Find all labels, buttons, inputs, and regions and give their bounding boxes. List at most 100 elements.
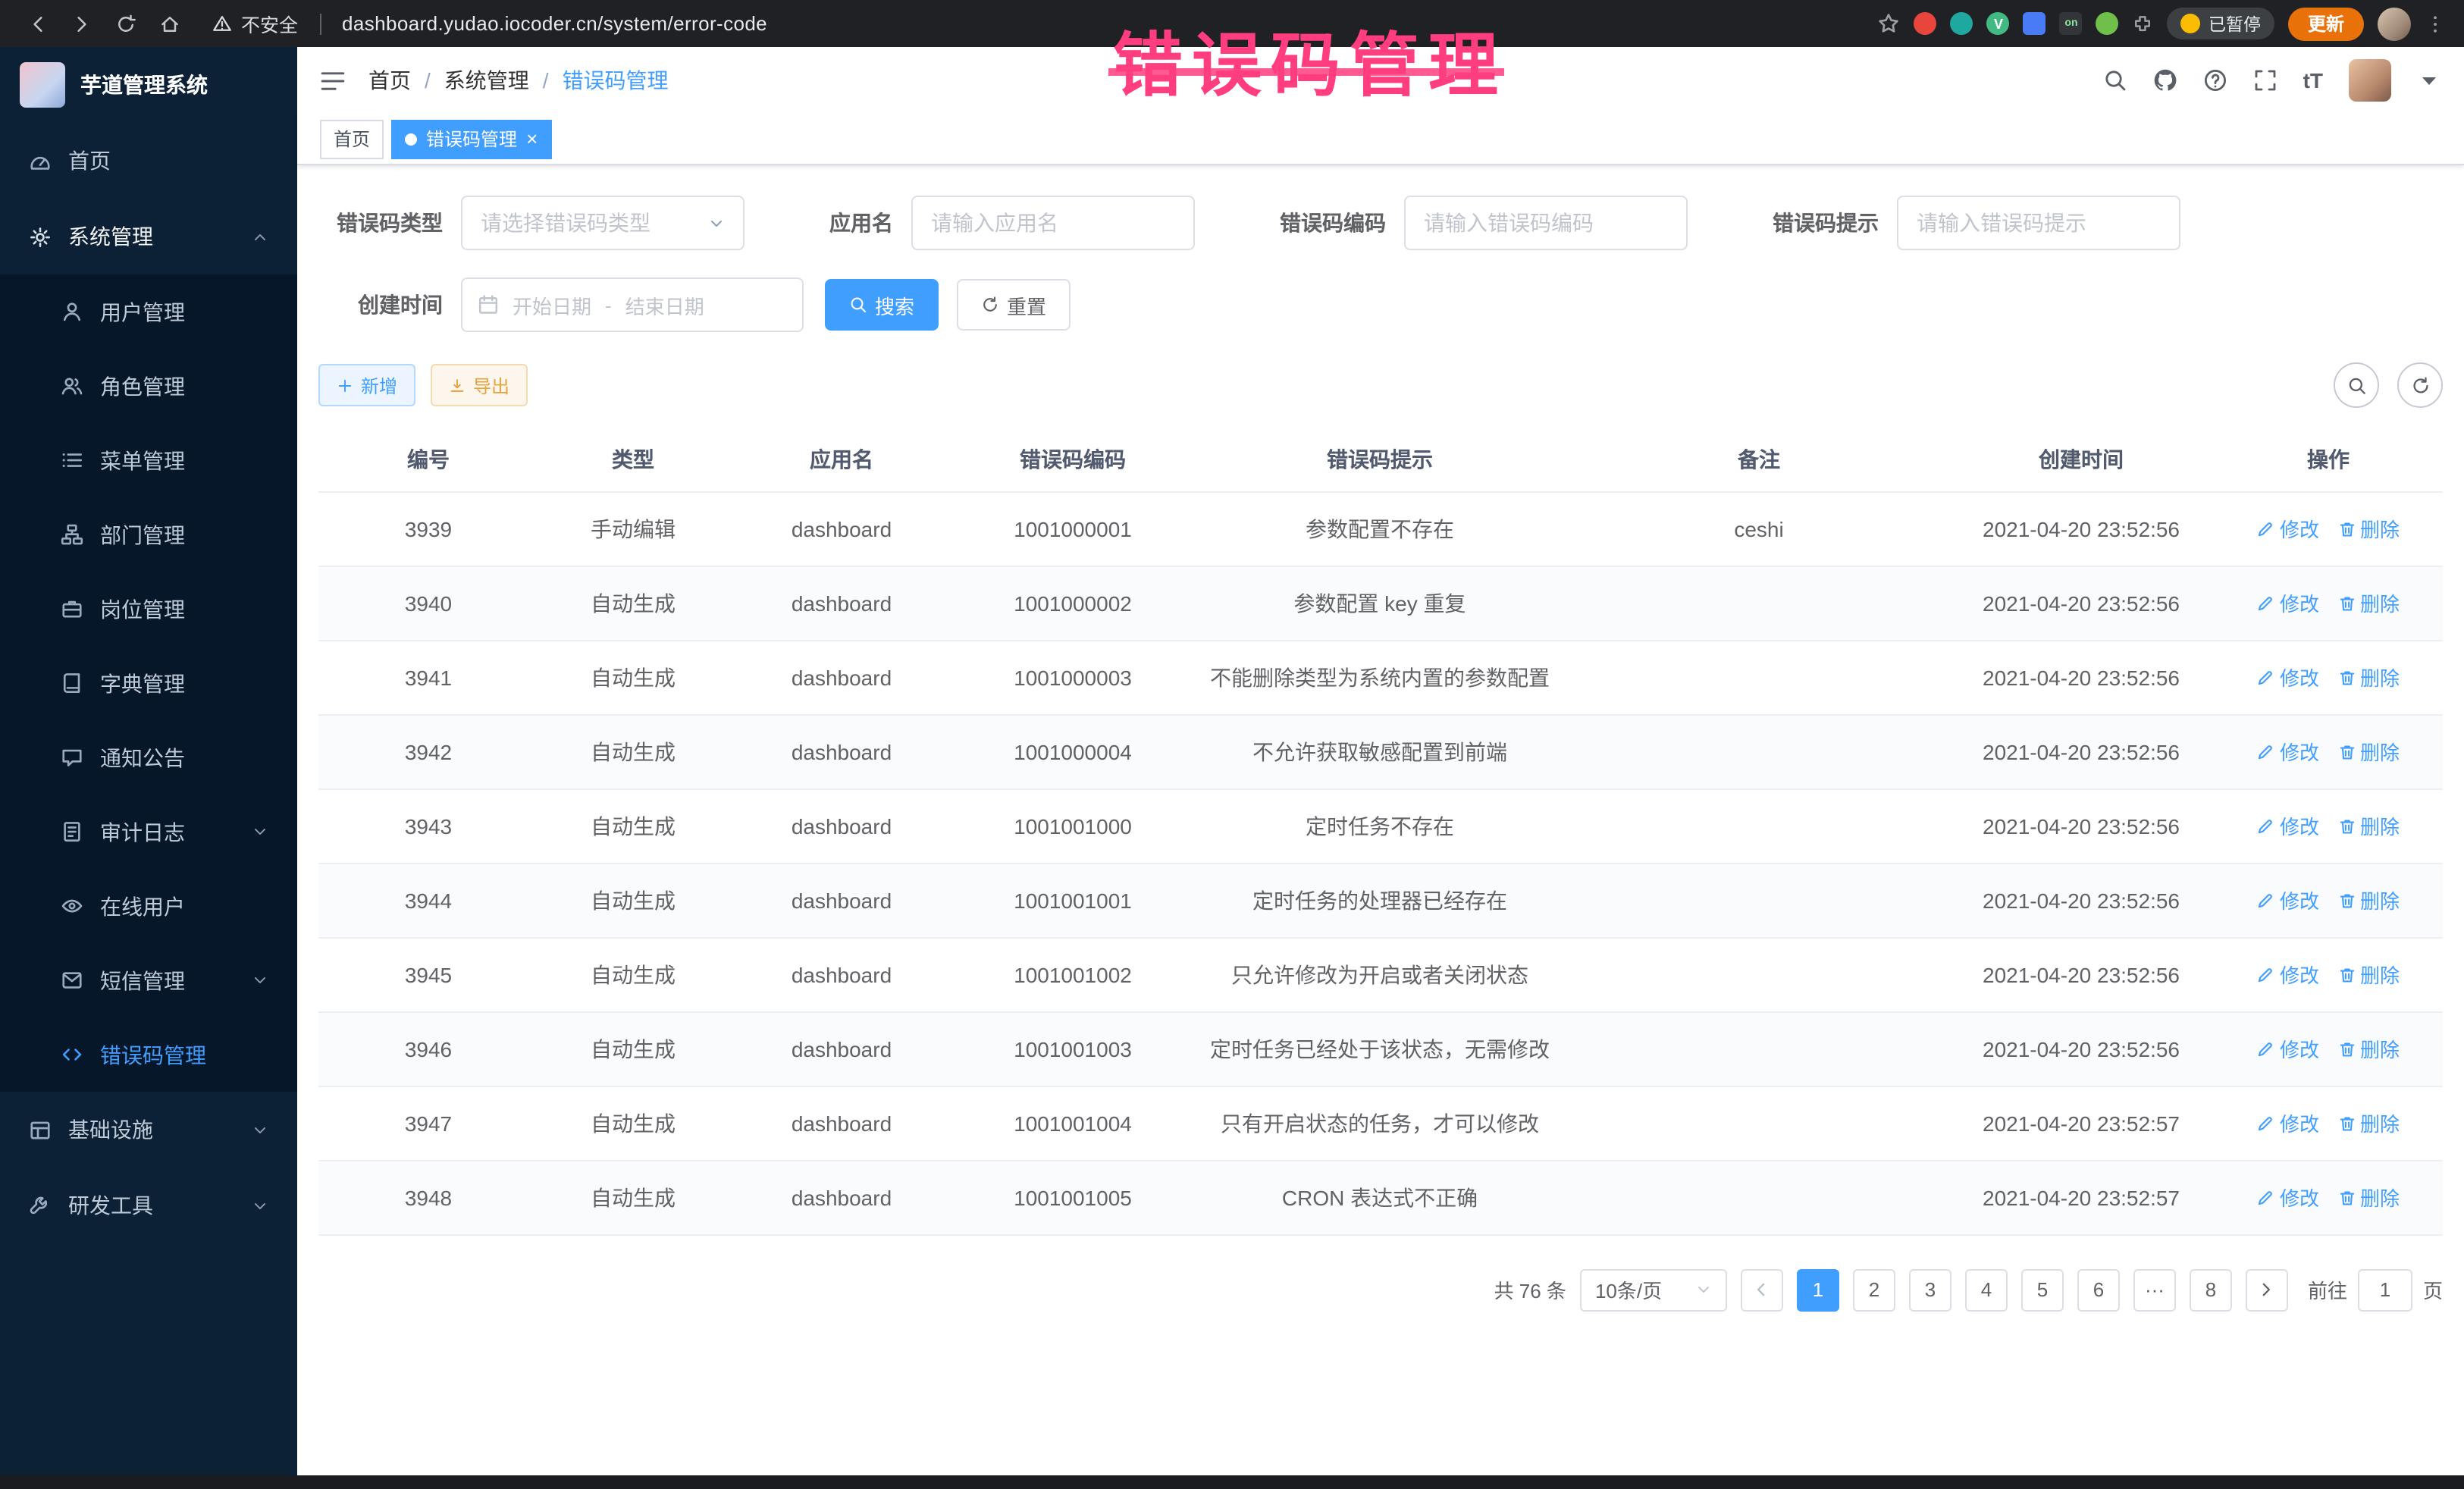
edit-link[interactable]: 修改 <box>2257 1183 2319 1212</box>
breadcrumb-item[interactable]: 系统管理 <box>444 65 529 96</box>
date-range-picker[interactable]: 开始日期 - 结束日期 <box>461 277 804 332</box>
sidebar-group[interactable]: 研发工具 <box>0 1168 297 1243</box>
edit-link[interactable]: 修改 <box>2257 960 2319 989</box>
search-button[interactable]: 搜索 <box>825 279 939 331</box>
sidebar-item[interactable]: 岗位管理 <box>0 572 297 646</box>
filter-input[interactable] <box>1897 196 2180 250</box>
fullscreen-icon[interactable] <box>2253 68 2277 92</box>
sidebar-item[interactable]: 错误码管理 <box>0 1017 297 1092</box>
sidebar-item[interactable]: 首页 <box>0 123 297 199</box>
sidebar-item[interactable]: 审计日志 <box>0 795 297 869</box>
error-type-select[interactable]: 请选择错误码类型 <box>461 196 745 250</box>
edit-link[interactable]: 修改 <box>2257 1034 2319 1063</box>
column-header[interactable]: 应用名 <box>728 428 955 491</box>
url-bar[interactable]: dashboard.yudao.iocoder.cn/system/error-… <box>342 12 767 35</box>
page-button[interactable]: 4 <box>1965 1268 2008 1311</box>
browser-profile-avatar[interactable] <box>2378 7 2411 40</box>
breadcrumb-item[interactable]: 首页 <box>368 65 411 96</box>
sidebar-item[interactable]: 短信管理 <box>0 943 297 1017</box>
extension-blue-icon[interactable] <box>2024 12 2046 35</box>
forward-icon[interactable] <box>62 5 100 42</box>
delete-link[interactable]: 删除 <box>2337 737 2400 766</box>
sidebar-item[interactable]: 部门管理 <box>0 497 297 572</box>
toggle-search-button[interactable] <box>2334 362 2379 408</box>
column-header[interactable]: 类型 <box>538 428 728 491</box>
extension-on-icon[interactable]: on <box>2060 12 2083 35</box>
page-size-select[interactable]: 10条/页 <box>1580 1268 1727 1311</box>
page-button[interactable]: 8 <box>2190 1268 2232 1311</box>
sidebar-item[interactable]: 角色管理 <box>0 349 297 423</box>
delete-link[interactable]: 删除 <box>2337 886 2400 914</box>
github-icon[interactable] <box>2153 68 2177 92</box>
add-button[interactable]: 新增 <box>318 364 415 406</box>
filter-input[interactable] <box>911 196 1195 250</box>
delete-link[interactable]: 删除 <box>2337 960 2400 989</box>
reload-icon[interactable] <box>106 5 144 42</box>
page-button[interactable]: ··· <box>2133 1268 2176 1311</box>
chevron-down-icon[interactable] <box>2417 68 2441 92</box>
edit-link[interactable]: 修改 <box>2257 737 2319 766</box>
edit-link[interactable]: 修改 <box>2257 811 2319 840</box>
back-icon[interactable] <box>18 5 56 42</box>
edit-link[interactable]: 修改 <box>2257 588 2319 617</box>
sidebar-item[interactable]: 菜单管理 <box>0 423 297 497</box>
prev-page-button[interactable] <box>1741 1268 1783 1311</box>
home-icon[interactable] <box>150 5 188 42</box>
search-icon[interactable] <box>2103 68 2127 92</box>
edit-link[interactable]: 修改 <box>2257 663 2319 691</box>
extension-teal-icon[interactable] <box>1951 12 1973 35</box>
column-header[interactable]: 编号 <box>318 428 538 491</box>
reset-button[interactable]: 重置 <box>957 279 1071 331</box>
page-button[interactable]: 1 <box>1797 1268 1839 1311</box>
code-icon <box>61 1043 83 1066</box>
close-icon[interactable]: × <box>526 129 538 149</box>
column-header[interactable]: 错误码提示 <box>1190 428 1569 491</box>
app-logo[interactable]: 芋道管理系统 <box>0 47 297 123</box>
hamburger-icon[interactable] <box>320 67 346 93</box>
browser-menu-icon[interactable] <box>2425 13 2446 34</box>
delete-link[interactable]: 删除 <box>2337 1034 2400 1063</box>
sidebar-item[interactable]: 通知公告 <box>0 720 297 795</box>
delete-link[interactable]: 删除 <box>2337 663 2400 691</box>
sidebar-item[interactable]: 用户管理 <box>0 274 297 349</box>
delete-link[interactable]: 删除 <box>2337 1183 2400 1212</box>
delete-link[interactable]: 删除 <box>2337 514 2400 543</box>
export-button[interactable]: 导出 <box>431 364 528 406</box>
column-header[interactable]: 创建时间 <box>1948 428 2214 491</box>
next-page-button[interactable] <box>2246 1268 2288 1311</box>
update-button[interactable]: 更新 <box>2288 7 2364 40</box>
help-icon[interactable] <box>2203 68 2227 92</box>
edit-link[interactable]: 修改 <box>2257 886 2319 914</box>
cell-message: 不能删除类型为系统内置的参数配置 <box>1190 640 1569 714</box>
page-button[interactable]: 6 <box>2077 1268 2120 1311</box>
sidebar-item[interactable]: 字典管理 <box>0 646 297 720</box>
delete-link[interactable]: 删除 <box>2337 1108 2400 1137</box>
refresh-table-button[interactable] <box>2397 362 2443 408</box>
security-chip[interactable]: 不安全 <box>212 9 298 38</box>
sidebar-group[interactable]: 系统管理 <box>0 199 297 274</box>
column-header[interactable]: 操作 <box>2214 428 2443 491</box>
sidebar-item[interactable]: 在线用户 <box>0 869 297 943</box>
page-button[interactable]: 2 <box>1853 1268 1895 1311</box>
jump-page-input[interactable] <box>2358 1268 2412 1311</box>
edit-link[interactable]: 修改 <box>2257 1108 2319 1137</box>
paused-badge[interactable]: 已暂停 <box>2168 8 2274 39</box>
page-button[interactable]: 3 <box>1909 1268 1951 1311</box>
delete-link[interactable]: 删除 <box>2337 588 2400 617</box>
column-header[interactable]: 错误码编码 <box>955 428 1190 491</box>
edit-link[interactable]: 修改 <box>2257 514 2319 543</box>
bookmark-star-icon[interactable] <box>1878 12 1901 35</box>
extension-red-icon[interactable] <box>1914 12 1937 35</box>
sidebar-group[interactable]: 基础设施 <box>0 1092 297 1168</box>
extensions-puzzle-icon[interactable] <box>2133 13 2154 34</box>
filter-input[interactable] <box>1404 196 1688 250</box>
vue-devtools-icon[interactable]: V <box>1987 12 2010 35</box>
tag[interactable]: 首页 <box>320 119 384 158</box>
user-avatar[interactable] <box>2349 59 2391 102</box>
page-button[interactable]: 5 <box>2021 1268 2064 1311</box>
extension-green-icon[interactable] <box>2096 12 2119 35</box>
column-header[interactable]: 备注 <box>1569 428 1948 491</box>
delete-link[interactable]: 删除 <box>2337 811 2400 840</box>
tag[interactable]: 错误码管理× <box>391 119 551 158</box>
font-size-icon[interactable]: tT <box>2303 68 2323 92</box>
